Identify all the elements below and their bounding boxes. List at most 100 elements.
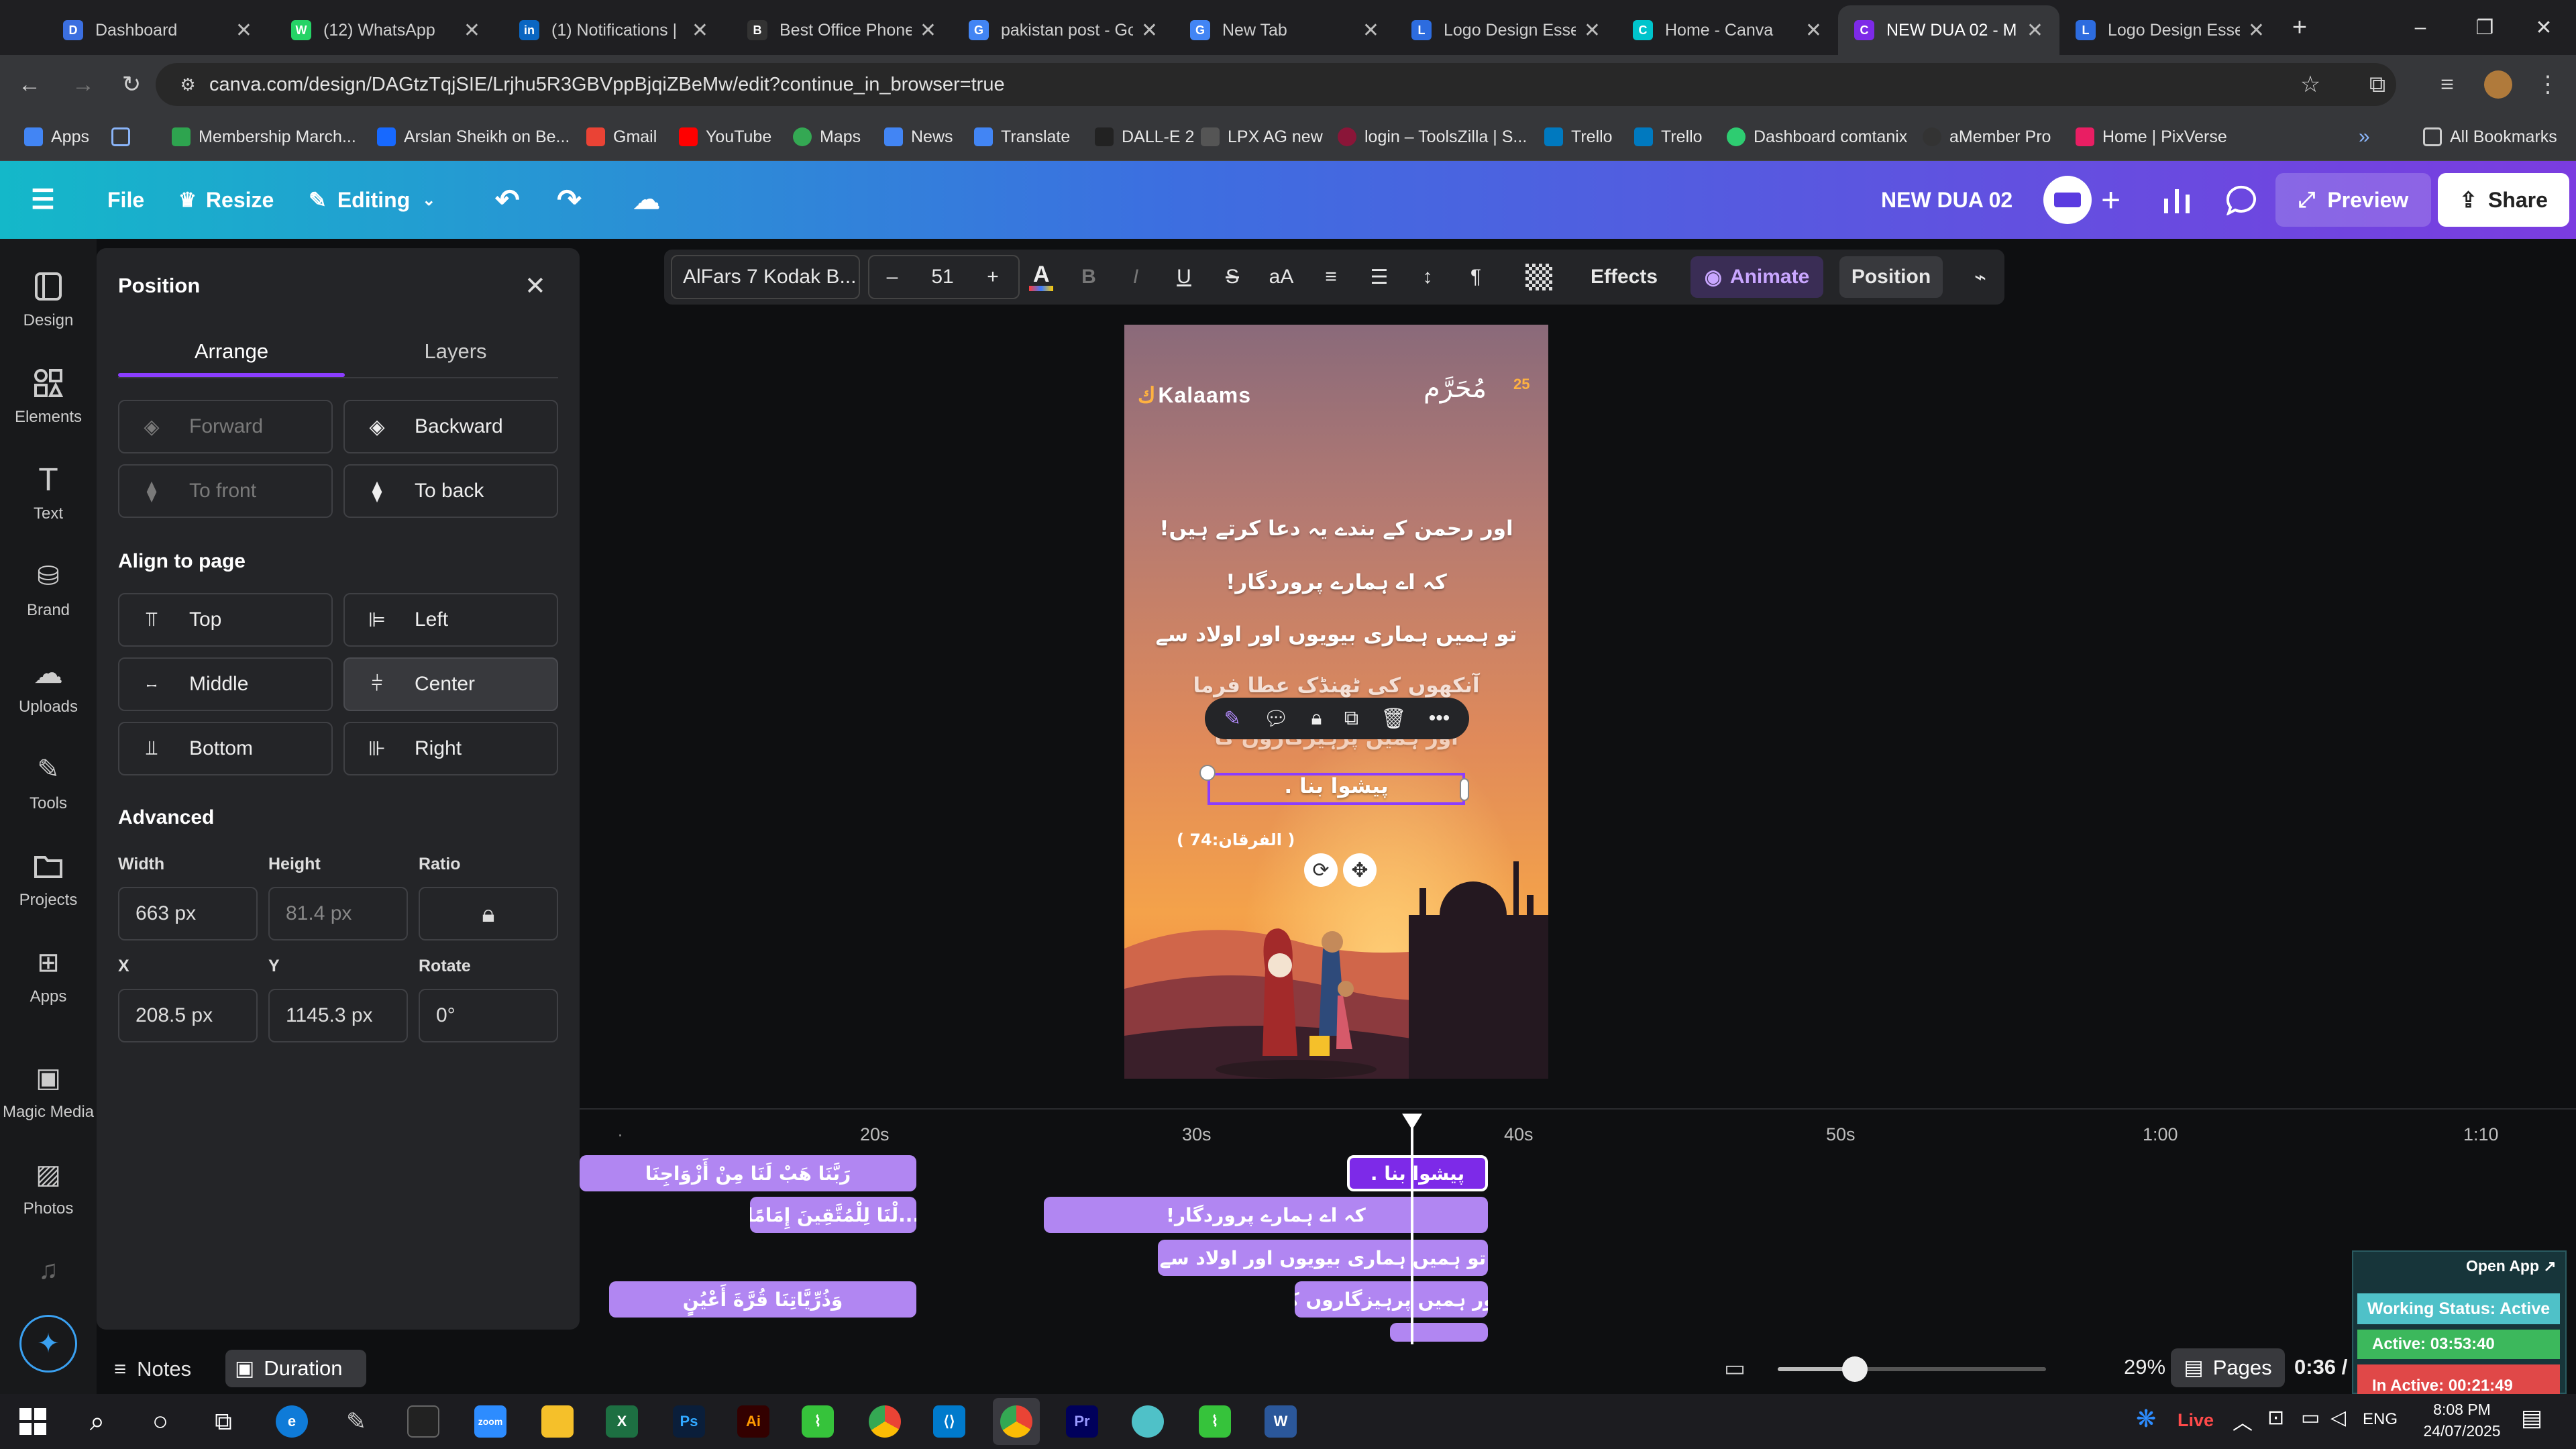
italic-icon[interactable]: I [1119,250,1152,305]
font-family-dropdown[interactable]: AlFars 7 Kodak B... [671,255,860,299]
align-top-button[interactable]: ⫪ Top [118,593,333,647]
tab-close-icon[interactable]: ✕ [235,19,252,42]
tab-google-search[interactable]: Gpakistan post - Go ✕ [953,5,1174,55]
tab-close-icon[interactable]: ✕ [2248,19,2265,42]
minimize-button[interactable]: – [2388,0,2453,55]
reload-icon[interactable]: ↻ [113,66,150,103]
edge-icon[interactable]: e [268,1398,315,1445]
apps-launcher-icon[interactable] [111,113,138,161]
x-input[interactable]: 208.5 px [118,989,258,1042]
to-back-button[interactable]: ⧫ To back [343,464,558,518]
font-size-input[interactable]: 51 [919,250,966,305]
bookmark-translate[interactable]: Translate [974,113,1070,161]
height-input[interactable]: 81.4 px [268,887,408,941]
fit-screen-icon[interactable]: ▭ [1724,1355,1746,1382]
lock-element-icon[interactable]: 🔒︎ [1311,707,1322,730]
zoom-app-icon[interactable]: zoom [467,1398,514,1445]
zoom-slider-thumb[interactable] [1842,1356,1868,1382]
quran-reference[interactable]: ( الفرقان:74 ) [1177,830,1295,849]
share-button[interactable]: ⇪ Share [2438,173,2569,227]
tab-close-icon[interactable]: ✕ [2027,19,2043,42]
bookmark-apps[interactable]: Apps [24,113,89,161]
tab-new-dua-active[interactable]: C NEW DUA 02 - M ✕ [1838,5,2059,55]
sidebar-item-brand[interactable]: ⛁ Brand [0,558,97,620]
tab-arrange[interactable]: Arrange [118,339,345,364]
align-middle-button[interactable]: ⧿ Middle [118,657,333,711]
effects-button[interactable]: Effects [1580,250,1668,305]
redo-icon[interactable]: ↷ [557,172,582,228]
add-people-icon[interactable]: + [2101,172,2121,228]
paragraph-direction-icon[interactable]: ¶ [1457,250,1495,305]
transparency-icon[interactable] [1519,250,1559,305]
pages-button[interactable]: ▤ Pages [2171,1348,2285,1387]
excel-icon[interactable]: X [598,1398,645,1445]
undo-icon[interactable]: ↶ [495,172,520,228]
selection-corner-handle[interactable] [1199,765,1216,781]
timeline-clip[interactable]: وَذُرِّيَّاتِنَا قُرَّةَ أَعْيُنٍ [609,1281,916,1318]
bookmark-behance[interactable]: Arslan Sheikh on Be... [377,113,570,161]
sidebar-item-apps[interactable]: ⊞ Apps [0,945,97,1006]
all-bookmarks[interactable]: All Bookmarks [2423,113,2557,161]
bookmarks-overflow-icon[interactable]: » [2359,113,2370,161]
preview-button[interactable]: ⤢ Preview [2275,173,2431,227]
chrome-active-icon[interactable] [993,1398,1040,1445]
insights-chart-icon[interactable] [2161,172,2195,228]
file-menu-button[interactable]: File [107,172,144,228]
browser-menu-icon[interactable]: ⋮ [2529,66,2567,103]
width-input[interactable]: 663 px [118,887,258,941]
sidebar-item-design[interactable]: Design [0,268,97,330]
tab-home-canva[interactable]: C Home - Canva ✕ [1617,5,1838,55]
bookmark-news[interactable]: News [884,113,953,161]
sidebar-item-photos[interactable]: ▨ Photos [0,1157,97,1218]
timeline-clip[interactable]: تو ہمیں ہماری بیویوں اور اولاد سے [1158,1240,1488,1276]
align-bottom-button[interactable]: ⫫ Bottom [118,722,333,775]
green-app-icon[interactable]: ⌇ [794,1398,841,1445]
sidebar-item-uploads[interactable]: ☁ Uploads [0,655,97,716]
bookmark-gmail[interactable]: Gmail [586,113,657,161]
timeline-clip[interactable]: ...لْنَا لِلْمُتَّقِينَ إِمَامًا [750,1197,916,1233]
playhead-line[interactable] [1411,1124,1413,1344]
backward-button[interactable]: ◈ Backward [343,400,558,453]
comment-icon[interactable] [2224,172,2258,228]
live-indicator[interactable]: Live [2178,1410,2214,1431]
copy-style-icon[interactable]: ⌁ [1962,250,1999,305]
illustrator-icon[interactable]: Ai [730,1398,777,1445]
camera-tray-icon[interactable]: ⊡ [2267,1406,2284,1430]
text-align-center-icon[interactable]: ≡ [1312,250,1350,305]
new-tab-button[interactable]: + [2267,0,2332,55]
url-input[interactable]: canva.com/design/DAGtzTqjSIE/Lrjhu5R3GBV… [156,63,2396,106]
language-indicator[interactable]: ENG [2363,1410,2398,1429]
underline-icon[interactable]: U [1167,250,1201,305]
tab-logo-design[interactable]: L Logo Design Esse ✕ [1395,5,1617,55]
photoshop-icon[interactable]: Ps [665,1398,712,1445]
bookmark-toolszilla[interactable]: login – ToolsZilla | S... [1338,113,1527,161]
bold-icon[interactable]: B [1072,250,1106,305]
volume-icon[interactable]: ◁ [2330,1406,2346,1430]
maximize-button[interactable]: ❐ [2453,0,2517,55]
bookmark-star-icon[interactable]: ☆ [2292,66,2329,103]
profile-avatar[interactable] [2479,66,2517,103]
tray-chevron-icon[interactable]: ︿ [2233,1406,2253,1436]
media-control-icon[interactable]: ≡ [2428,66,2466,103]
chrome-icon[interactable] [861,1398,908,1445]
tab-close-icon[interactable]: ✕ [464,19,480,42]
timeline-clip[interactable]: رَبَّنَا هَبْ لَنَا مِنْ أَزْوَاجِنَا [580,1155,916,1191]
hamburger-menu-icon[interactable]: ☰ [31,172,55,228]
rotate-handle-icon[interactable]: ⟳ [1304,853,1338,887]
word-icon[interactable]: W [1257,1398,1304,1445]
font-size-increase[interactable]: + [974,250,1012,305]
ratio-lock-button[interactable]: 🔒︎ [419,887,558,941]
forward-button[interactable]: ◈ Forward [118,400,333,453]
tab-close-icon[interactable]: ✕ [920,19,936,42]
tab-close-icon[interactable]: ✕ [1805,19,1822,42]
duration-button[interactable]: ▣ Duration [225,1350,366,1387]
close-panel-icon[interactable]: ✕ [525,271,546,301]
zoom-level[interactable]: 29% [2124,1355,2165,1379]
sidebar-item-tools[interactable]: ✎ Tools [0,751,97,813]
tab-linkedin[interactable]: in (1) Notifications | ✕ [503,5,724,55]
green-app-2-icon[interactable]: ⌇ [1191,1398,1238,1445]
resize-button[interactable]: ♛ Resize [178,172,274,228]
file-explorer-icon[interactable] [534,1398,581,1445]
align-center-button[interactable]: ⫩ Center [343,657,558,711]
weather-icon[interactable]: ❋ [2136,1405,2156,1433]
